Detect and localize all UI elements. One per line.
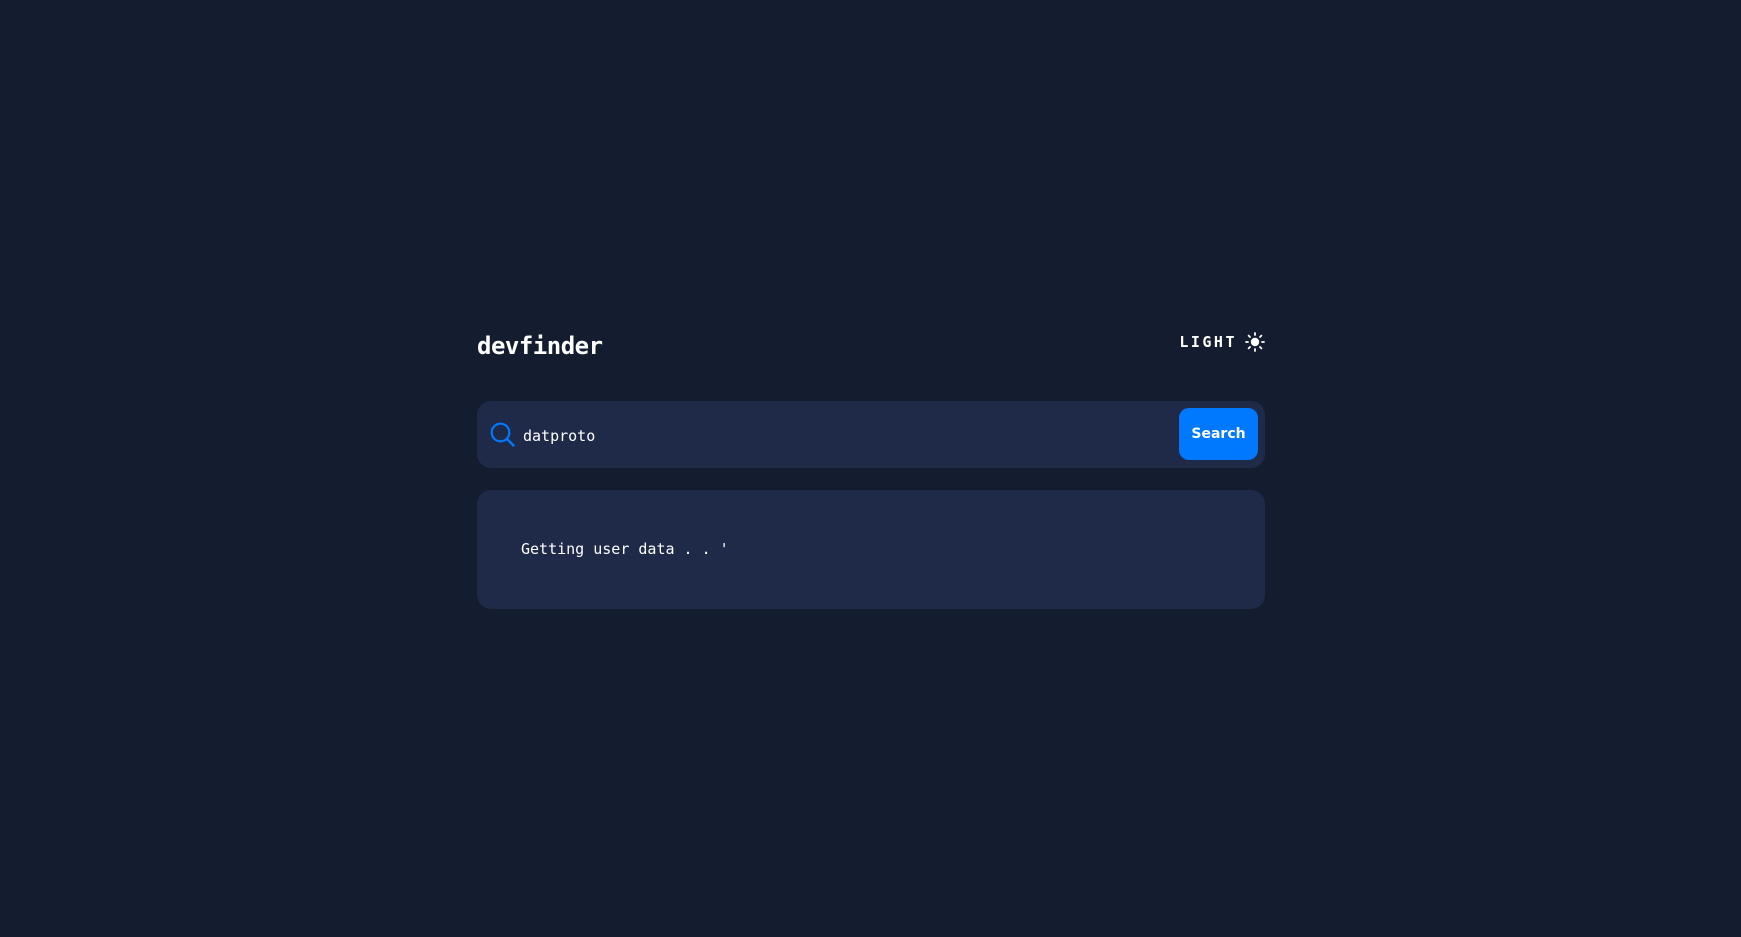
app-container: devfinder LIGHT datproto Search Getting … — [477, 326, 1265, 609]
theme-toggle-label: LIGHT — [1179, 333, 1237, 351]
search-bar: Search — [477, 401, 1265, 468]
app-logo: devfinder — [477, 332, 603, 360]
search-input[interactable] — [521, 420, 1145, 452]
theme-toggle-button[interactable]: LIGHT — [1179, 332, 1265, 352]
sun-icon — [1245, 332, 1265, 352]
loading-status-text: Getting user data . . ' — [521, 540, 729, 558]
result-card: Getting user data . . ' — [477, 490, 1265, 609]
search-button[interactable]: Search — [1179, 408, 1258, 460]
search-icon — [490, 422, 515, 447]
header: devfinder LIGHT — [477, 326, 1265, 366]
